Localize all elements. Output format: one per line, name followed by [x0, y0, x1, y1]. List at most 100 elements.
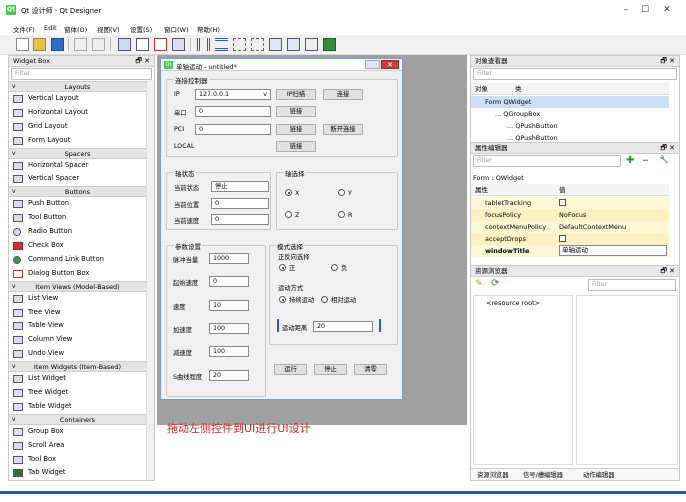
float-icon[interactable]: 🗗	[660, 57, 667, 65]
table-row[interactable]: windowTitle 单轴运动	[471, 245, 669, 257]
list-item[interactable]: List View	[9, 292, 146, 306]
accel-input[interactable]: 100	[209, 323, 249, 334]
form-minimize-button[interactable]	[365, 60, 380, 69]
axis-y-radio[interactable]: Y	[338, 189, 352, 197]
tab-signal-slot-editor[interactable]: 信号/槽编辑器	[523, 470, 563, 479]
reload-icon[interactable]: ⟳	[491, 278, 499, 289]
direction-positive-radio[interactable]: 正	[279, 263, 295, 272]
float-icon[interactable]: 🗗	[660, 267, 667, 275]
category-buttons[interactable]: v Buttons	[9, 186, 146, 198]
list-item[interactable]: Undo View	[9, 347, 146, 361]
category-item-widgets[interactable]: v Item Widgets (Item-Based)	[9, 361, 146, 373]
run-button[interactable]: 运行	[274, 364, 307, 375]
state-value[interactable]: 停止	[211, 181, 269, 192]
layout-vertical-icon[interactable]	[215, 38, 228, 51]
list-item[interactable]: Column View	[9, 333, 146, 347]
pci-input[interactable]: 0	[195, 124, 271, 135]
tree-row[interactable]: ... QPushButton	[471, 132, 669, 142]
list-item[interactable]: Check Box	[9, 239, 146, 253]
close-button[interactable]: ✕	[659, 4, 675, 16]
tablet-tracking-checkbox[interactable]	[559, 199, 566, 206]
category-item-views[interactable]: v Item Views (Model-Based)	[9, 280, 146, 292]
list-item[interactable]: Radio Button	[9, 225, 146, 239]
menu-view[interactable]: 视图(V)	[97, 24, 120, 34]
widget-box-scrollbar[interactable]	[146, 80, 154, 480]
property-filter-input[interactable]: Filter	[473, 155, 621, 167]
list-item[interactable]: Table Widget	[9, 400, 146, 414]
axis-x-radio[interactable]: X	[285, 189, 299, 197]
float-icon[interactable]: 🗗	[660, 144, 667, 152]
list-item[interactable]: Tree Widget	[9, 386, 146, 400]
menu-edit[interactable]: Edit	[44, 24, 57, 32]
remove-property-icon[interactable]: ━	[643, 156, 648, 165]
edit-tab-order-icon[interactable]	[172, 38, 185, 51]
start-speed-input[interactable]: 0	[209, 276, 249, 287]
layout-grid-icon[interactable]	[269, 38, 282, 51]
edit-widgets-icon[interactable]	[118, 38, 131, 51]
edit-signals-icon[interactable]	[136, 38, 149, 51]
float-icon[interactable]: 🗗	[135, 57, 142, 65]
tab-resource-browser[interactable]: 资源浏览器	[477, 470, 508, 479]
distance-input[interactable]: 20	[313, 321, 373, 332]
list-item[interactable]: Horizontal Spacer	[9, 159, 146, 173]
axis-z-radio[interactable]: Z	[285, 211, 299, 219]
open-folder-icon[interactable]	[33, 38, 46, 51]
direction-negative-radio[interactable]: 负	[331, 263, 347, 272]
list-item[interactable]: Command Link Button	[9, 253, 146, 267]
scurve-input[interactable]: 20	[209, 370, 249, 381]
minimize-button[interactable]: –	[618, 4, 634, 16]
list-item[interactable]: Tool Box	[9, 453, 146, 467]
category-spacers[interactable]: v Spacers	[9, 147, 146, 159]
table-row[interactable]: focusPolicy NoFocus	[471, 209, 669, 221]
tab-action-editor[interactable]: 动作编辑器	[583, 470, 614, 479]
menu-form[interactable]: 窗体(O)	[64, 24, 87, 34]
form-title-bar[interactable]: Qt 单轴运动 - untitled* ✕	[161, 59, 402, 71]
clear-button[interactable]: 清零	[354, 364, 387, 375]
list-item[interactable]: Grid Layout	[9, 120, 146, 134]
current-speed-value[interactable]: 0	[211, 214, 269, 225]
list-item[interactable]: Group Box	[9, 425, 146, 439]
save-icon[interactable]	[51, 38, 64, 51]
stop-button[interactable]: 停止	[314, 364, 347, 375]
list-item[interactable]: Vertical Layout	[9, 92, 146, 106]
list-item[interactable]: Form Layout	[9, 134, 146, 148]
pulse-input[interactable]: 1000	[209, 253, 249, 264]
tree-row[interactable]: ... QPushButton	[471, 120, 669, 132]
menu-window[interactable]: 窗口(W)	[164, 24, 189, 34]
list-item[interactable]: Tree View	[9, 306, 146, 320]
list-item[interactable]: Push Button	[9, 197, 146, 211]
object-filter-input[interactable]: Filter	[473, 68, 677, 80]
continuous-radio[interactable]: 持续运动	[279, 295, 314, 304]
ip-combobox[interactable]: 127.0.0.1 v	[195, 89, 271, 100]
edit-buddies-icon[interactable]	[154, 38, 167, 51]
list-item[interactable]: Tool Button	[9, 211, 146, 225]
new-file-icon[interactable]	[16, 38, 29, 51]
close-icon[interactable]: ✕	[669, 57, 675, 65]
close-icon[interactable]: ✕	[144, 57, 150, 65]
menu-settings[interactable]: 设置(S)	[130, 24, 152, 34]
pci-link-button[interactable]: 链接	[276, 124, 316, 135]
form-close-button[interactable]: ✕	[381, 60, 399, 69]
close-icon[interactable]: ✕	[669, 144, 675, 152]
local-link-button[interactable]: 链接	[276, 141, 316, 152]
category-containers[interactable]: v Containers	[9, 413, 146, 425]
menu-help[interactable]: 帮助(H)	[197, 24, 220, 34]
serial-link-button[interactable]: 链接	[276, 106, 316, 117]
paste-icon[interactable]	[92, 38, 105, 51]
edit-resources-icon[interactable]: ✎	[475, 279, 483, 289]
layout-form-icon[interactable]	[287, 38, 300, 51]
list-item[interactable]: Horizontal Layout	[9, 106, 146, 120]
widget-filter-input[interactable]: Filter	[11, 68, 152, 80]
list-item[interactable]: List Widget	[9, 372, 146, 386]
list-item[interactable]: Table View	[9, 319, 146, 333]
copy-icon[interactable]	[74, 38, 87, 51]
accept-drops-checkbox[interactable]	[559, 235, 566, 242]
form-window[interactable]: Qt 单轴运动 - untitled* ✕ 连接控制器 IP 127.0.0.1…	[160, 58, 403, 400]
table-row[interactable]: acceptDrops	[471, 233, 669, 245]
list-item[interactable]: Dialog Button Box	[9, 267, 146, 281]
layout-horizontal-icon[interactable]	[197, 38, 210, 51]
list-item[interactable]: Vertical Spacer	[9, 172, 146, 186]
ip-scan-button[interactable]: IP扫描	[276, 89, 316, 100]
table-row[interactable]: tabletTracking	[471, 197, 669, 209]
list-item[interactable]: Scroll Area	[9, 439, 146, 453]
